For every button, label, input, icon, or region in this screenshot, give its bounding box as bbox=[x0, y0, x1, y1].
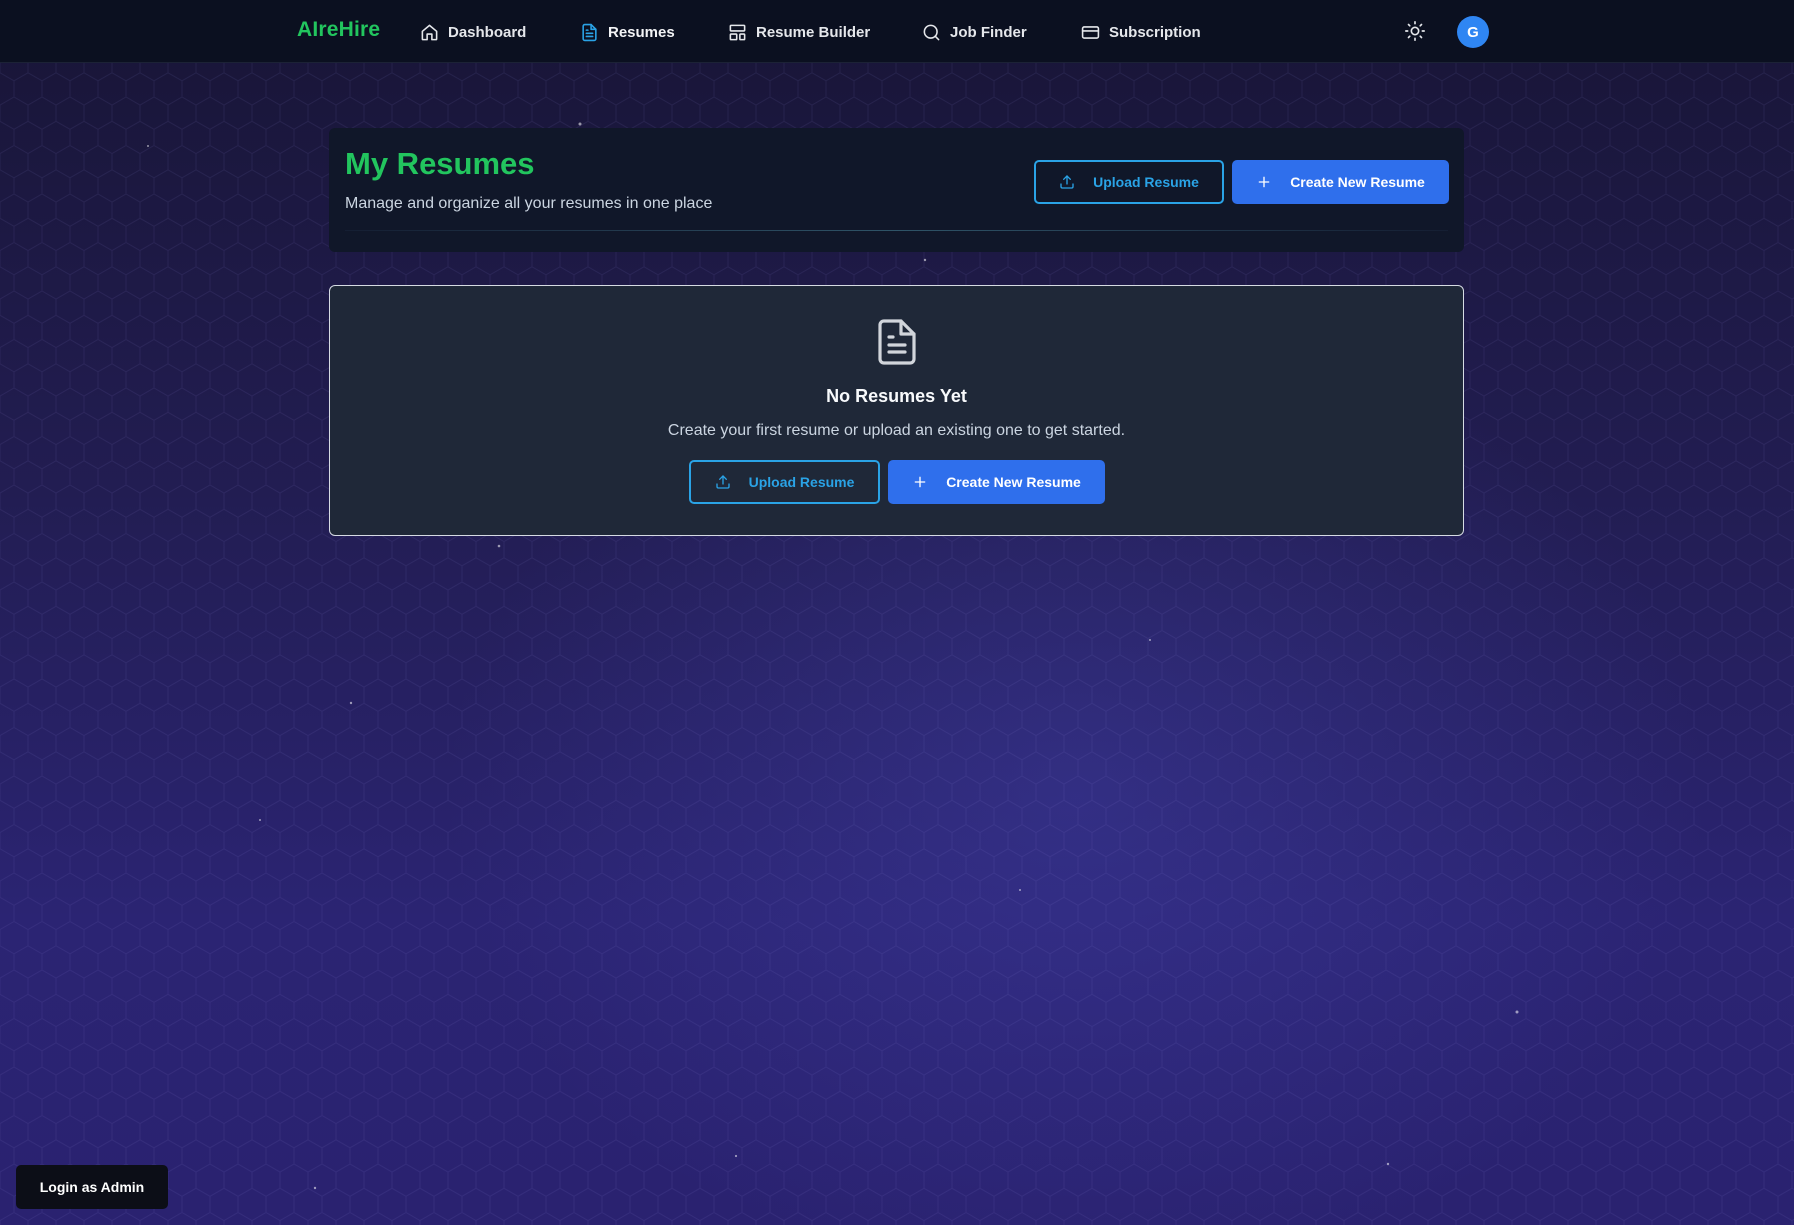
nav-item-label: Resumes bbox=[608, 23, 675, 41]
nav-item-subscription[interactable]: Subscription bbox=[1081, 20, 1201, 44]
avatar[interactable]: G bbox=[1457, 16, 1489, 48]
nav-item-dashboard[interactable]: Dashboard bbox=[420, 20, 526, 44]
document-icon bbox=[878, 319, 916, 365]
nav-item-resumes[interactable]: Resumes bbox=[580, 20, 675, 44]
nav-item-label: Job Finder bbox=[950, 23, 1027, 41]
upload-resume-label: Upload Resume bbox=[1093, 174, 1199, 190]
empty-state-text: Create your first resume or upload an ex… bbox=[667, 422, 1126, 439]
page-title: My Resumes bbox=[345, 146, 535, 181]
nav-item-label: Resume Builder bbox=[756, 23, 871, 41]
upload-resume-button[interactable]: Upload Resume bbox=[1034, 160, 1224, 204]
create-new-resume-label: Create New Resume bbox=[1290, 174, 1425, 190]
create-new-resume-button[interactable]: Create New Resume bbox=[1232, 160, 1449, 204]
top-navbar: AIreHire Dashboard Resumes Resume Builde… bbox=[0, 0, 1794, 63]
header-divider bbox=[345, 230, 1448, 231]
search-icon bbox=[923, 24, 940, 40]
upload-resume-label: Upload Resume bbox=[748, 474, 855, 490]
empty-upload-resume-button[interactable]: Upload Resume bbox=[689, 460, 880, 504]
nav-item-resume-builder[interactable]: Resume Builder bbox=[728, 20, 870, 44]
nav-item-job-finder[interactable]: Job Finder bbox=[922, 20, 1027, 44]
nav-item-label: Dashboard bbox=[448, 23, 527, 41]
upload-icon bbox=[715, 475, 730, 489]
upload-icon bbox=[1060, 175, 1074, 189]
brand-logo[interactable]: AIreHire bbox=[297, 18, 380, 42]
empty-state-title: No Resumes Yet bbox=[826, 386, 967, 406]
empty-state-card: No Resumes Yet Create your first resume … bbox=[329, 285, 1464, 536]
login-as-admin-button[interactable]: Login as Admin bbox=[16, 1165, 168, 1209]
home-icon bbox=[421, 24, 438, 40]
create-new-resume-label: Create New Resume bbox=[946, 474, 1081, 490]
empty-create-new-resume-button[interactable]: Create New Resume bbox=[888, 460, 1105, 504]
nav-item-label: Subscription bbox=[1109, 23, 1201, 41]
file-text-icon bbox=[582, 23, 597, 41]
page-subtitle: Manage and organize all your resumes in … bbox=[345, 195, 713, 212]
page-header-card: My Resumes Manage and organize all your … bbox=[329, 128, 1464, 252]
sun-icon[interactable] bbox=[1404, 20, 1426, 42]
credit-card-icon bbox=[1081, 25, 1100, 39]
plus-icon bbox=[914, 476, 926, 488]
plus-icon bbox=[1258, 176, 1270, 188]
layout-icon bbox=[729, 24, 746, 40]
